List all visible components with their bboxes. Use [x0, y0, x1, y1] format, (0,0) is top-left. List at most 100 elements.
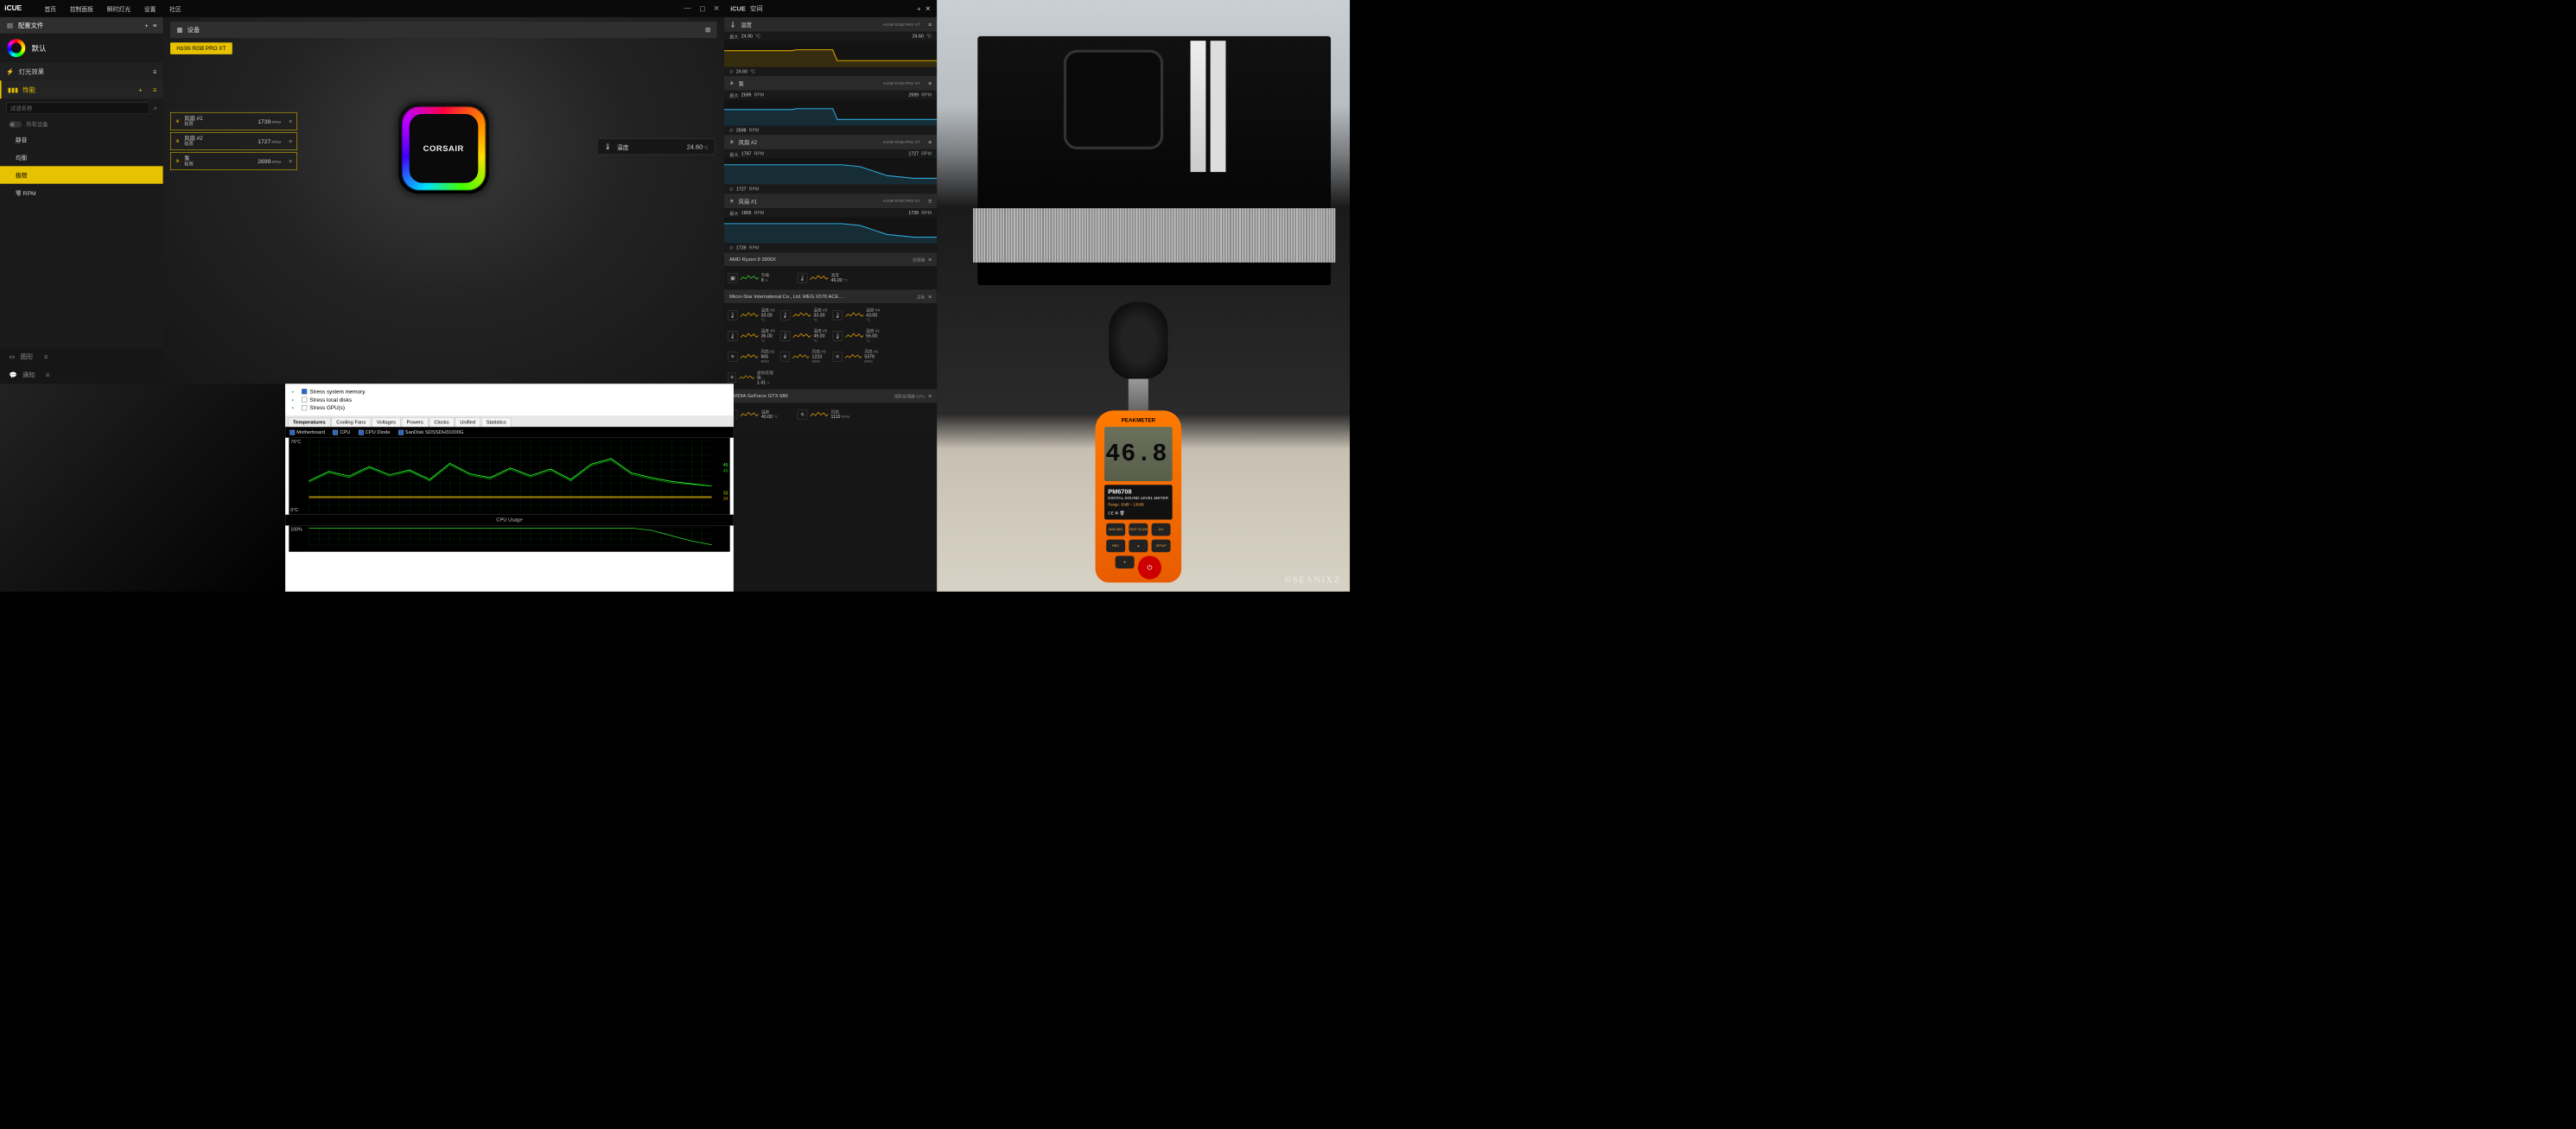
sensor-mobo-4[interactable]: 🌡温度 #549.00 °C: [780, 327, 830, 345]
sensor-mobo-5[interactable]: 🌡温度 #155.00 °C: [833, 327, 883, 345]
fan-card-1[interactable]: ✳风扇 #2极限1727RPM≡: [170, 132, 297, 150]
aida-tab-unified[interactable]: Unified: [455, 417, 480, 427]
checkbox-icon[interactable]: [302, 397, 307, 403]
stress-type-icon: ▪: [291, 404, 298, 410]
widget-menu-icon[interactable]: ≡: [928, 139, 932, 145]
search-icon[interactable]: ⌕: [154, 105, 156, 111]
perf-mode-2[interactable]: 极限: [0, 166, 163, 183]
stress-option-0[interactable]: ▪Stress system memory: [291, 388, 727, 396]
menu-home[interactable]: 首页: [44, 4, 56, 13]
aida-tab-temperatures[interactable]: Temperatures: [288, 417, 330, 427]
legend-checkbox-icon[interactable]: [359, 430, 364, 435]
widget-title: 风扇 #1: [739, 197, 757, 205]
perf-menu-icon[interactable]: ≡: [153, 86, 156, 93]
aida-tab-voltages[interactable]: Voltages: [372, 417, 401, 427]
photo-pc-with-meter: PEAKMETER 46.8 PM6708 DIGITAL SOUND LEVE…: [937, 0, 1350, 592]
stress-option-2[interactable]: ▪Stress GPU(s): [291, 403, 727, 411]
perf-mode-0[interactable]: 静音: [0, 130, 163, 148]
dashboard-titlebar: iCUE 空间 + ✕: [724, 0, 937, 17]
fan-menu-icon[interactable]: ≡: [289, 138, 292, 144]
aida-tab-clocks[interactable]: Clocks: [429, 417, 455, 427]
watermark: ©SEANIXZ: [1284, 574, 1340, 585]
sidebar-foot-notify[interactable]: 💬通知≡: [0, 365, 163, 384]
sensor-grid-gpu: 🌡温度40.00 °C✳风扇1110 RPM: [724, 403, 937, 426]
menu-community[interactable]: 社区: [169, 4, 181, 13]
fan-card-2[interactable]: ✳泵极限2699RPM≡: [170, 152, 297, 170]
sensor-icon: 🌡: [798, 273, 808, 283]
add-profile-button[interactable]: +: [144, 22, 148, 29]
sensor-mobo-0[interactable]: 🌡温度 #233.00 °C: [728, 306, 778, 324]
fan-mode: 极限: [184, 141, 202, 147]
minimize-icon[interactable]: —: [684, 4, 690, 13]
group-menu-icon[interactable]: ≡: [929, 294, 932, 299]
aida-tab-statistics[interactable]: Statistics: [481, 417, 512, 427]
sensor-icon: 🌡: [780, 310, 790, 320]
device-tab[interactable]: H100i RGB PRO XT: [170, 42, 232, 54]
group-menu-icon[interactable]: ≡: [929, 393, 932, 398]
meter-button-2: A/C: [1152, 523, 1171, 536]
sensor-gpu-1[interactable]: ✳风扇1110 RPM: [798, 406, 865, 424]
stress-option-1[interactable]: ▪Stress local disks: [291, 396, 727, 403]
profile-name: 默认: [32, 42, 47, 54]
profile-default[interactable]: 默认: [0, 34, 163, 63]
fan-card-0[interactable]: ✳风扇 #1极限1739RPM≡: [170, 112, 297, 130]
maximize-icon[interactable]: ◻: [699, 4, 705, 13]
sensor-cpu-0[interactable]: ▣负载8 %: [728, 269, 795, 287]
filter-input[interactable]: [6, 102, 149, 114]
widget-menu-icon[interactable]: ≡: [928, 22, 932, 28]
chart-ymin: 0°C: [290, 508, 298, 513]
widget-menu-icon[interactable]: ≡: [928, 80, 932, 86]
sensor-mobo-3[interactable]: 🌡温度 #336.00 °C: [728, 327, 778, 345]
sensor-mobo-1[interactable]: 🌡温度 #333.00 °C: [780, 306, 830, 324]
menu-instant-lighting[interactable]: 瞬时灯光: [107, 4, 130, 13]
menu-settings[interactable]: 设置: [144, 4, 156, 13]
cooler-brand-label: CORSAIR: [409, 114, 478, 183]
perf-mode-1[interactable]: 均衡: [0, 149, 163, 166]
legend-checkbox-icon[interactable]: [398, 430, 404, 435]
profiles-menu-icon[interactable]: ≡: [153, 22, 156, 29]
checkbox-icon[interactable]: [302, 405, 307, 410]
sensor-gpu-0[interactable]: 🌡温度40.00 °C: [728, 406, 795, 424]
legend-item-3[interactable]: SanDisk SDSSDH31000G: [398, 429, 463, 434]
fan-icon: ✳: [175, 138, 180, 144]
add-perf-button[interactable]: +: [138, 86, 142, 93]
sidebar-foot-graph[interactable]: ▭图形≡: [0, 347, 163, 365]
sensor-mobo-7[interactable]: ✳风扇 #31223 RPM: [780, 347, 830, 365]
dash-widget-2: ✳风扇 #2H100i RGB PRO XT≡最大 1797 RPM1727 R…: [724, 135, 937, 193]
lighting-effects-header[interactable]: ⚡ 灯光效果 ≡: [0, 62, 163, 80]
sensor-mobo-8[interactable]: ✳风扇 #15378 RPM: [833, 347, 883, 365]
fan-icon: ✳: [729, 198, 734, 204]
aida-tab-cooling-fans[interactable]: Cooling Fans: [332, 417, 371, 427]
fan-menu-icon[interactable]: ≡: [289, 158, 292, 164]
widget-menu-icon[interactable]: ≡: [928, 198, 932, 204]
devices-grid-icon[interactable]: ⊞: [705, 26, 710, 34]
aida-tab-powers[interactable]: Powers: [402, 417, 429, 427]
legend-item-1[interactable]: CPU: [333, 429, 350, 434]
fan-mode: 极限: [184, 162, 193, 168]
fan-rpm: 1727: [258, 138, 270, 145]
dash-close-icon[interactable]: ✕: [925, 5, 931, 13]
menu-dashboard[interactable]: 控制面板: [70, 4, 93, 13]
close-icon[interactable]: ✕: [714, 4, 720, 13]
cooler-graphic: CORSAIR: [398, 103, 489, 193]
all-devices-toggle[interactable]: [9, 121, 22, 127]
sensor-mobo-6[interactable]: ✳风扇 #2905 RPM: [728, 347, 778, 365]
dash-add-icon[interactable]: +: [917, 5, 920, 12]
legend-item-0[interactable]: Motherboard: [289, 429, 325, 434]
group-menu-icon[interactable]: ≡: [929, 257, 932, 262]
legend-checkbox-icon[interactable]: [333, 430, 338, 435]
fan-menu-icon[interactable]: ≡: [289, 118, 292, 124]
checkbox-icon[interactable]: [302, 389, 307, 394]
legend-item-2[interactable]: CPU Diode: [359, 429, 391, 434]
sensor-mobo-9[interactable]: ✳虚拟处理器…1.41 V: [728, 369, 778, 387]
perf-mode-3[interactable]: 零 RPM: [0, 184, 163, 201]
app-logo: iCUE: [4, 4, 22, 12]
meter-button-3: REC: [1106, 540, 1125, 553]
sensor-cpu-1[interactable]: 🌡温度46.00 °C: [798, 269, 865, 287]
performance-icon: ▮▮▮: [8, 86, 18, 93]
temp-readout[interactable]: 🌡 温度 24.60°C: [597, 138, 715, 155]
sensor-mobo-2[interactable]: 🌡温度 #443.00 °C: [833, 306, 883, 324]
legend-checkbox-icon[interactable]: [289, 430, 295, 435]
fan-rpm: 1739: [258, 118, 270, 125]
performance-header[interactable]: ▮▮▮ 性能 + ≡: [0, 80, 163, 98]
